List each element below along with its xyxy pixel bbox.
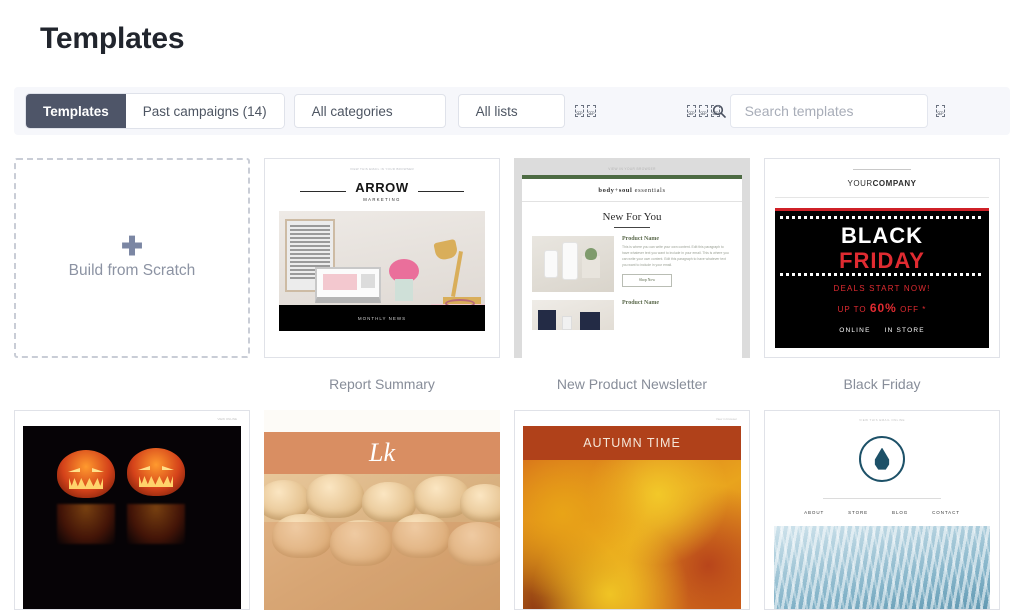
preview-company-light: YOUR <box>847 179 873 188</box>
preview-channels: ONLINE IN STORE <box>775 315 989 334</box>
search-field-wrapper[interactable] <box>729 94 928 128</box>
preview-brand-sub: MARKETING <box>363 197 401 202</box>
template-card-halloween[interactable]: VIEW ONLINE <box>14 410 250 610</box>
preview-preheader: VIEW IN YOUR BROWSER <box>608 167 656 171</box>
preview-company-bold: COMPANY <box>872 179 917 188</box>
search-input[interactable] <box>744 103 913 119</box>
page-title: Templates <box>40 22 185 55</box>
template-label-black-friday: Black Friday <box>843 376 921 392</box>
filter-toolbar: Templates Past campaigns (14) All catego… <box>14 87 1010 135</box>
preview-logo <box>774 422 990 482</box>
preview-photo-pumpkins <box>23 426 241 609</box>
preview-brand-bold: soul <box>618 187 633 194</box>
view-segmented-control[interactable]: Templates Past campaigns (14) <box>26 94 284 128</box>
preview-offer-post: OFF * <box>896 305 927 314</box>
template-thumbnail-black-friday[interactable]: YOURCOMPANY BLACK FRIDAY DEALS START NOW… <box>764 158 1000 358</box>
preview-photo-desk: MONTHLY NEWS <box>279 211 485 331</box>
preview-product-image-2 <box>532 300 614 330</box>
template-card-autumn-time[interactable]: View in browser AUTUMN TIME <box>514 410 750 610</box>
filter-all-lists[interactable]: All lists <box>457 94 565 128</box>
water-drop-icon <box>859 436 905 482</box>
preview-nav-about: ABOUT <box>804 510 825 515</box>
preview-nav-contact: CONTACT <box>932 510 960 515</box>
template-grid: ✚ Build from Scratch VIEW THIS EMAIL IN … <box>14 158 1010 610</box>
template-card-new-product-newsletter[interactable]: VIEW IN YOUR BROWSER body+soul essential… <box>514 158 750 410</box>
build-from-scratch-label: Build from Scratch <box>68 262 196 279</box>
preview-title: AUTUMN TIME <box>583 436 681 450</box>
missing-glyph-icon <box>935 105 945 117</box>
dotted-border-mid <box>780 273 984 276</box>
missing-glyph-group-2 <box>686 105 723 117</box>
template-card-black-friday[interactable]: YOURCOMPANY BLACK FRIDAY DEALS START NOW… <box>764 158 1000 410</box>
preview-footer-bar: MONTHLY NEWS <box>279 305 485 331</box>
preview-product-name: Product Name <box>622 236 660 242</box>
preview-brand-tail: essentials <box>634 187 666 194</box>
preview-company: YOURCOMPANY <box>775 179 989 198</box>
preview-photo-water <box>774 526 990 609</box>
preview-title-line2: FRIDAY <box>839 248 925 273</box>
template-thumbnail-halloween[interactable]: VIEW ONLINE <box>14 410 250 610</box>
divider-left <box>300 190 347 192</box>
divider-right <box>417 190 464 192</box>
preview-channel-online: ONLINE <box>839 327 871 334</box>
missing-glyph-icon <box>710 105 720 117</box>
preview-body-text: This is where you can write your own con… <box>622 245 729 267</box>
template-card-monogram[interactable]: Lk <box>264 410 500 610</box>
build-from-scratch-tile[interactable]: ✚ Build from Scratch <box>14 158 250 358</box>
template-thumbnail-monogram[interactable]: Lk <box>264 410 500 610</box>
missing-glyph-group-3 <box>935 105 948 117</box>
missing-glyph-group-1 <box>574 105 599 117</box>
preview-preheader: VIEW THIS EMAIL IN YOUR BROWSER <box>350 167 414 171</box>
tab-templates[interactable]: Templates <box>26 94 126 128</box>
preview-offer-pre: UP TO <box>837 305 870 314</box>
tab-past-campaigns[interactable]: Past campaigns (14) <box>125 94 284 128</box>
missing-glyph-icon <box>574 105 584 117</box>
missing-glyph-icon <box>586 105 596 117</box>
missing-glyph-icon <box>686 105 696 117</box>
divider <box>853 169 911 170</box>
preview-nav: ABOUT STORE BLOG CONTACT <box>774 499 990 515</box>
preview-brand: ARROW <box>355 180 409 195</box>
preview-channel-in-store: IN STORE <box>884 327 925 334</box>
divider <box>614 227 650 228</box>
preview-title-band: AUTUMN TIME <box>523 426 741 460</box>
preview-offer: UP TO 60% OFF * <box>775 293 989 315</box>
preview-nav-blog: BLOG <box>892 510 909 515</box>
template-thumbnail-autumn-time[interactable]: View in browser AUTUMN TIME <box>514 410 750 610</box>
plus-icon: ✚ <box>121 231 143 261</box>
preview-nav-store: STORE <box>848 510 869 515</box>
template-label-report-summary: Report Summary <box>329 376 435 392</box>
template-card-water-drop[interactable]: VIEW THIS EMAIL ONLINE ABOUT STORE BLOG … <box>764 410 1000 610</box>
preview-brand: body+soul essentials <box>522 179 742 202</box>
template-thumbnail-new-product-newsletter[interactable]: VIEW IN YOUR BROWSER body+soul essential… <box>514 158 750 358</box>
template-card-build-from-scratch[interactable]: ✚ Build from Scratch <box>14 158 250 410</box>
preview-headline: New For You <box>602 211 662 223</box>
preview-promo-panel: BLACK FRIDAY DEALS START NOW! UP TO 60% … <box>775 208 989 348</box>
preview-photo-leaves <box>523 460 741 609</box>
preview-brand-light: body <box>598 187 615 194</box>
preview-monogram: Lk <box>369 438 395 467</box>
preview-product-name-2: Product Name <box>622 300 660 306</box>
preview-offer-big: 60% <box>869 301 897 315</box>
preview-product-image <box>532 236 614 292</box>
preview-preheader: View in browser <box>715 417 737 421</box>
preview-brand-band: Lk <box>264 432 500 474</box>
template-thumbnail-water-drop[interactable]: VIEW THIS EMAIL ONLINE ABOUT STORE BLOG … <box>764 410 1000 610</box>
template-card-report-summary[interactable]: VIEW THIS EMAIL IN YOUR BROWSER ARROW MA… <box>264 158 500 410</box>
preview-photo-gourds <box>264 474 500 610</box>
filter-all-categories[interactable]: All categories <box>293 94 446 128</box>
preview-shop-now-button: Shop Now <box>622 273 672 287</box>
dotted-border-top <box>780 216 984 219</box>
missing-glyph-icon <box>698 105 708 117</box>
template-thumbnail-report-summary[interactable]: VIEW THIS EMAIL IN YOUR BROWSER ARROW MA… <box>264 158 500 358</box>
preview-preheader: VIEW ONLINE <box>217 417 237 421</box>
template-label-new-product-newsletter: New Product Newsletter <box>556 376 708 392</box>
